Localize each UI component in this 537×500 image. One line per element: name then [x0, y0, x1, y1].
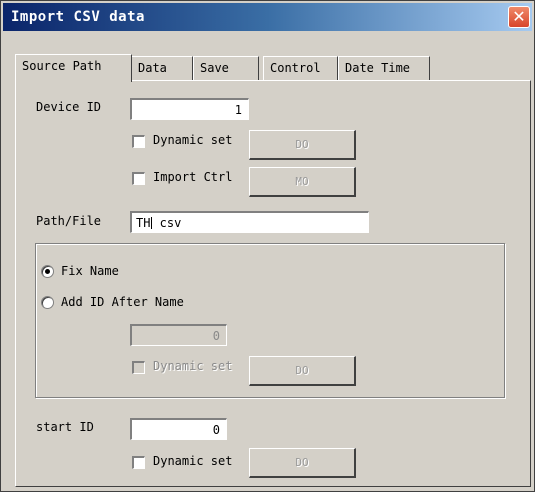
start-id-input[interactable]: 0	[130, 418, 227, 440]
device-id-input[interactable]: 1	[130, 98, 249, 120]
naming-dynamic-set-checkbox[interactable]	[132, 361, 145, 374]
fix-name-label: Fix Name	[61, 264, 119, 278]
add-id-after-name-label: Add ID After Name	[61, 295, 184, 309]
device-do-button[interactable]: DO	[249, 130, 356, 160]
path-file-label: Path/File	[36, 214, 102, 228]
add-id-after-name-radio[interactable]	[41, 296, 54, 309]
name-id-input[interactable]: 0	[130, 324, 227, 346]
start-id-label: start ID	[36, 420, 94, 434]
import-ctrl-label: Import Ctrl	[153, 170, 233, 184]
naming-dynamic-set-label: Dynamic set	[153, 359, 233, 373]
path-text-before-caret: TH	[136, 216, 151, 230]
start-dynamic-set-checkbox[interactable]	[132, 456, 145, 469]
device-dynamic-set-label: Dynamic set	[153, 133, 233, 147]
start-dynamic-set-label: Dynamic set	[153, 454, 233, 468]
naming-do-button[interactable]: DO	[249, 356, 356, 386]
import-csv-dialog: Import CSV data ✕ Source Path Data Save …	[0, 0, 535, 492]
radio-selected-dot	[45, 269, 50, 274]
fix-name-radio[interactable]	[41, 265, 54, 278]
path-text-after-caret: csv	[152, 216, 182, 230]
path-file-input[interactable]: TH csv	[130, 211, 369, 233]
mo-button[interactable]: MO	[249, 167, 356, 197]
start-do-button[interactable]: DO	[249, 448, 356, 478]
device-dynamic-set-checkbox[interactable]	[132, 135, 145, 148]
device-id-label: Device ID	[36, 100, 102, 114]
import-ctrl-checkbox[interactable]	[132, 172, 145, 185]
